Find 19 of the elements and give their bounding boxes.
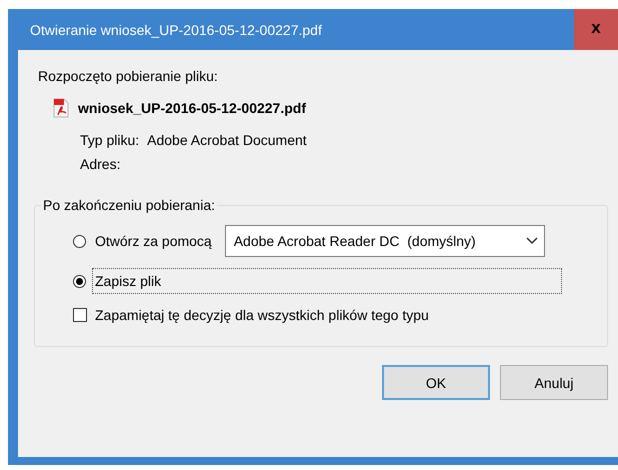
option-label[interactable]: Zapisz plik [92,268,562,294]
group-legend: Po zakończeniu pobierania: [41,197,218,213]
pdf-file-icon [52,98,70,118]
checkbox[interactable] [73,308,87,322]
application-dropdown[interactable]: Adobe Acrobat Reader DC (domyślny) [224,225,545,257]
close-button[interactable]: x [574,9,618,50]
file-type-label: Typ pliku: [80,132,140,148]
radio-button[interactable] [73,234,86,248]
download-heading: Rozpoczęto pobieranie pliku: [38,68,219,84]
window-title: Otwieranie wniosek_UP-2016-05-12-00227.pdf [29,22,323,38]
address-label: Adres: [80,156,122,172]
option-label[interactable]: Otwórz za pomocą [92,228,215,254]
dialog-button[interactable]: OK [382,365,490,400]
file-name: wniosek_UP-2016-05-12-00227.pdf [78,100,306,116]
checkbox-label[interactable]: Zapamiętaj tę decyzję dla wszystkich plików tego typu [95,307,429,323]
chevron-down-icon [526,237,538,245]
radio-button[interactable] [73,274,86,288]
file-type-value: Adobe Acrobat Document [147,132,307,148]
dialog-button[interactable]: Anuluj [500,365,608,400]
